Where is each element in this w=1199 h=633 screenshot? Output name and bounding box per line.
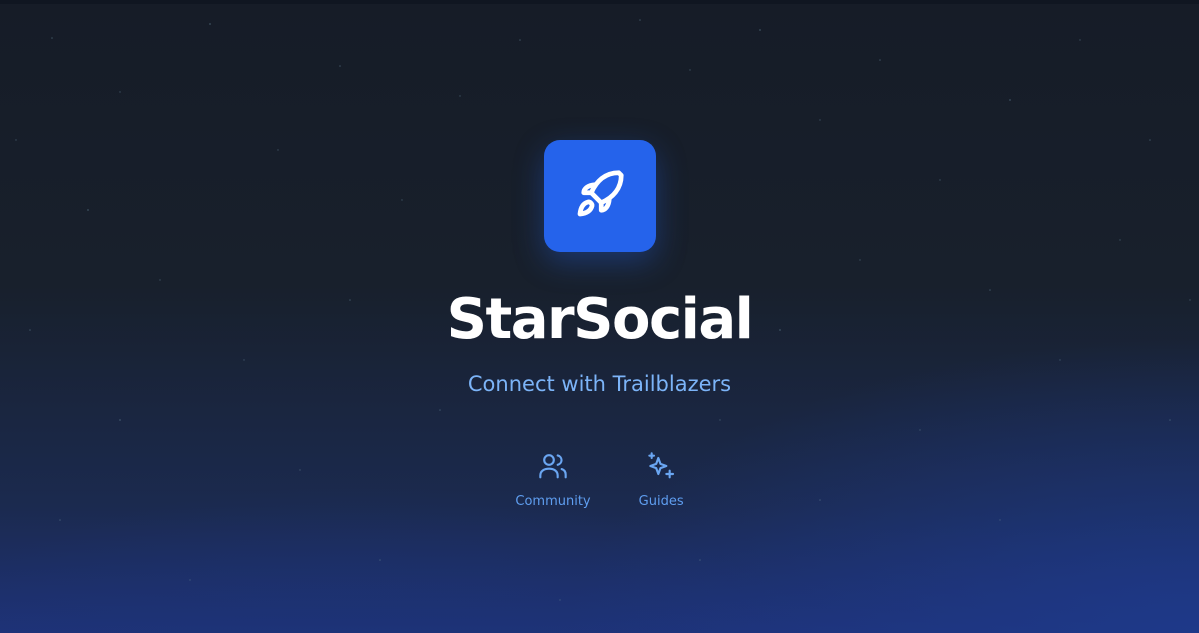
- sparkles-icon: [645, 450, 677, 482]
- rocket-icon: [570, 164, 630, 228]
- community-link[interactable]: Community: [515, 450, 591, 509]
- app-title: StarSocial: [446, 287, 754, 352]
- quick-links: Community Guides: [515, 450, 684, 509]
- users-icon: [537, 450, 569, 482]
- community-link-label: Community: [515, 494, 591, 509]
- guides-link-label: Guides: [638, 494, 684, 509]
- app-logo: [543, 140, 656, 252]
- guides-link[interactable]: Guides: [639, 450, 684, 509]
- app-tagline: Connect with Trailblazers: [467, 372, 732, 396]
- top-edge: [0, 0, 1199, 4]
- hero: StarSocial Connect with Trailblazers Com…: [0, 140, 1199, 509]
